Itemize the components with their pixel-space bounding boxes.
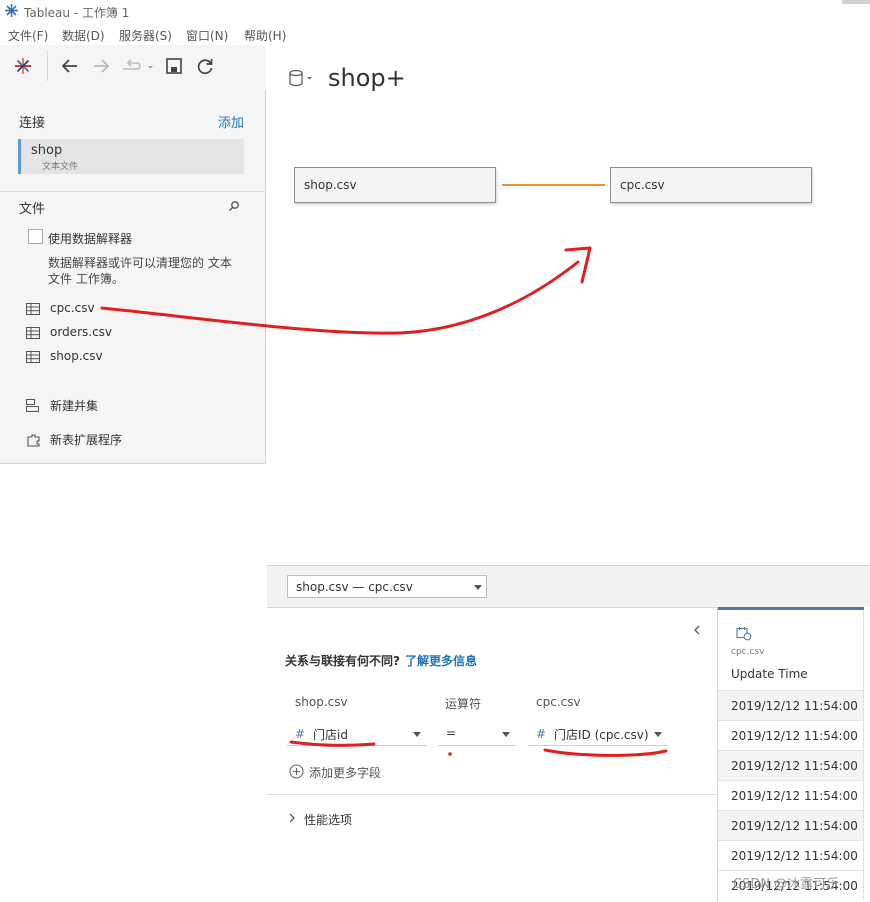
operator-select[interactable]: =	[438, 722, 516, 746]
left-field-value: 门店id	[313, 728, 348, 742]
redo-dropdown-icon[interactable]	[120, 55, 156, 77]
tableau-logo-icon	[4, 3, 19, 18]
toolbar	[0, 45, 266, 90]
plus-circle-icon	[289, 764, 304, 779]
canvas-table-shop[interactable]: shop.csv	[294, 167, 496, 203]
number-type-icon: #	[536, 727, 547, 741]
table-row: 2019/12/12 11:54:00	[718, 840, 864, 870]
window-title: Tableau - 工作簿 1	[24, 6, 130, 20]
right-field-select[interactable]: # 门店ID (cpc.csv)	[528, 722, 668, 746]
left-table-header: shop.csv	[295, 695, 348, 709]
divider	[267, 794, 717, 795]
number-type-icon: #	[295, 727, 306, 741]
grid-column-name: Update Time	[731, 667, 808, 681]
menu-file[interactable]: 文件(F)	[8, 27, 48, 44]
table-row: 2019/12/12 11:54:00	[718, 750, 864, 780]
learn-more-link[interactable]: 了解更多信息	[405, 652, 477, 669]
datetime-type-icon	[736, 626, 752, 641]
watermark: CSDN @冰露可乐	[733, 877, 840, 892]
chevron-down-icon	[502, 732, 510, 737]
extension-icon	[26, 433, 40, 447]
left-pane-empty-area	[0, 464, 266, 902]
grid-cell: 2019/12/12 11:54:00	[731, 849, 858, 863]
toolbar-separator	[47, 51, 48, 81]
chevron-down-icon	[413, 732, 421, 737]
connection-name: shop	[31, 143, 63, 158]
table-row: 2019/12/12 11:54:00	[718, 810, 864, 840]
table-icon	[26, 327, 40, 339]
window-close-button[interactable]	[842, 0, 870, 4]
datasource-icon[interactable]	[288, 69, 316, 89]
annotation-underline-right-field	[543, 748, 668, 757]
back-arrow-icon[interactable]	[59, 55, 81, 77]
right-field-value: 门店ID (cpc.csv)	[554, 728, 649, 742]
divider	[0, 191, 266, 192]
operator-value: =	[446, 726, 457, 740]
table-row: 2019/12/12 11:54:00	[718, 690, 864, 720]
file-name: orders.csv	[50, 325, 113, 339]
search-icon[interactable]	[228, 200, 240, 212]
interpreter-description-line2: 文件 工作簿。	[48, 272, 124, 286]
save-icon[interactable]	[163, 55, 185, 77]
files-label: 文件	[19, 202, 46, 217]
canvas-table-label: cpc.csv	[620, 178, 665, 192]
relationship-question: 关系与联接有何不同?	[285, 654, 400, 668]
menu-server[interactable]: 服务器(S)	[119, 27, 172, 44]
relationship-selector[interactable]: shop.csv — cpc.csv	[287, 575, 487, 598]
grid-cell: 2019/12/12 11:54:00	[731, 759, 858, 773]
forward-arrow-icon[interactable]	[90, 55, 112, 77]
data-interpreter-label: 使用数据解释器	[48, 232, 133, 246]
table-icon	[26, 303, 40, 315]
grid-column-source: cpc.csv	[731, 647, 765, 657]
data-grid: cpc.csv Update Time 2019/12/12 11:54:00 …	[717, 607, 870, 902]
relationship-line[interactable]	[502, 184, 605, 186]
left-pane: 连接 添加 shop 文本文件 文件 使用数据解释器 数据解释器或许可以清理您的…	[0, 45, 266, 902]
performance-options-label: 性能选项	[304, 813, 353, 827]
menu-window[interactable]: 窗口(N)	[186, 27, 228, 44]
connection-card[interactable]: shop 文本文件	[18, 139, 244, 174]
annotation-arrowhead	[564, 246, 592, 284]
grid-cell: 2019/12/12 11:54:00	[731, 819, 858, 833]
connection-type: 文本文件	[42, 162, 79, 172]
new-union-label: 新建并集	[50, 399, 99, 413]
left-field-select[interactable]: # 门店id	[287, 722, 427, 746]
menu-help[interactable]: 帮助(H)	[244, 27, 286, 44]
refresh-icon[interactable]	[194, 55, 216, 77]
canvas-table-label: shop.csv	[304, 178, 357, 192]
grid-cell: 2019/12/12 11:54:00	[731, 789, 858, 803]
add-connection-link[interactable]: 添加	[218, 112, 244, 131]
operator-header: 运算符	[445, 697, 482, 711]
interpreter-description-line1: 数据解释器或许可以清理您的 文本	[48, 256, 232, 270]
right-table-header: cpc.csv	[536, 695, 581, 709]
tableau-home-icon[interactable]	[12, 55, 34, 77]
grid-column-header[interactable]: cpc.csv Update Time	[718, 610, 864, 690]
table-icon	[26, 351, 40, 363]
grid-cell: 2019/12/12 11:54:00	[731, 699, 858, 713]
add-more-fields-label: 添加更多字段	[309, 766, 382, 780]
collapse-chevron-left-icon[interactable]	[692, 624, 702, 636]
chevron-right-icon	[288, 812, 296, 824]
annotation-dot	[448, 752, 452, 756]
file-name: cpc.csv	[50, 301, 95, 315]
data-interpreter-checkbox[interactable]	[28, 229, 43, 244]
file-name: shop.csv	[50, 349, 103, 363]
datasource-title[interactable]: shop+	[328, 64, 406, 92]
relationship-selector-value: shop.csv — cpc.csv	[296, 580, 413, 594]
new-table-extension-label: 新表扩展程序	[50, 433, 123, 447]
table-row: 2019/12/12 11:54:00	[718, 780, 864, 810]
connections-label: 连接	[19, 116, 46, 131]
menu-bar: 文件(F) 数据(D) 服务器(S) 窗口(N) 帮助(H)	[0, 24, 870, 44]
canvas-table-cpc[interactable]: cpc.csv	[610, 167, 812, 203]
title-bar: Tableau - 工作簿 1	[0, 0, 870, 22]
menu-data[interactable]: 数据(D)	[62, 27, 105, 44]
chevron-down-icon	[474, 585, 482, 590]
union-icon	[26, 399, 40, 412]
table-row: 2019/12/12 11:54:00	[718, 720, 864, 750]
grid-cell: 2019/12/12 11:54:00	[731, 729, 858, 743]
chevron-down-icon	[654, 732, 662, 737]
